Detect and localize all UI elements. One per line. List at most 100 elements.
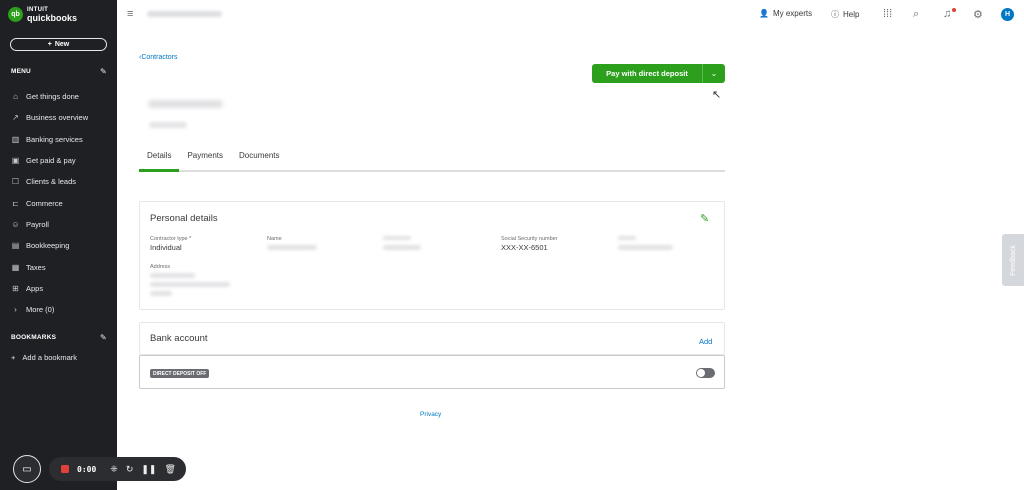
- help-icon: ⓘ: [831, 10, 839, 19]
- feedback-label: Feedback: [1009, 244, 1017, 276]
- collapse-menu-icon[interactable]: ≡: [127, 8, 133, 20]
- home-icon: ⌂: [13, 92, 18, 102]
- sidebar-item-payroll[interactable]: ☺ Payroll: [0, 214, 117, 235]
- sidebar-item-label: Commerce: [26, 198, 63, 208]
- sidebar-item-taxes[interactable]: ▦ Taxes: [0, 256, 117, 277]
- new-button-label: New: [54, 41, 70, 48]
- trash-icon[interactable]: 🗑: [164, 464, 175, 475]
- add-bookmark-label: Add a bookmark: [22, 353, 78, 362]
- status-badge: DIRECT DEPOSIT OFF: [150, 369, 210, 378]
- tab-documents[interactable]: Documents: [231, 148, 287, 170]
- tab-details[interactable]: Details: [139, 148, 180, 172]
- my-experts-label: My experts: [772, 9, 813, 18]
- direct-deposit-toggle[interactable]: [696, 368, 715, 378]
- sidebar-item-business-overview[interactable]: ↗ Business overview: [0, 107, 117, 128]
- top-bar: ≡ 👤 My experts ⓘ Help ⁞⁞⁞ ⌕ ♫ ⚙ H: [117, 0, 1024, 30]
- sidebar-item-bookkeeping[interactable]: ▤ Bookkeeping: [0, 235, 117, 256]
- search-icon[interactable]: ⌕: [913, 8, 919, 21]
- quickbooks-logo-icon: qb: [8, 6, 23, 22]
- tax-icon: ▦: [11, 262, 20, 272]
- ledger-icon: ▤: [11, 241, 20, 251]
- grid-icon[interactable]: ⁜: [110, 464, 118, 475]
- app-grid-icon[interactable]: ⁞⁞⁞: [883, 8, 892, 20]
- add-bank-account-link[interactable]: Add: [699, 337, 712, 346]
- email-label-redacted: [618, 236, 636, 240]
- cart-icon: ⊏: [12, 198, 19, 208]
- my-experts-button[interactable]: 👤 My experts: [759, 9, 812, 18]
- sidebar-item-commerce[interactable]: ⊏ Commerce: [0, 192, 117, 213]
- sidebar-item-apps[interactable]: ⊞ Apps: [0, 278, 117, 299]
- sidebar-item-get-paid-pay[interactable]: ▣ Get paid & pay: [0, 150, 117, 171]
- payment-icon: ▣: [11, 156, 20, 166]
- stop-recording-button[interactable]: [61, 465, 69, 473]
- pay-button-label: Pay with direct deposit: [606, 69, 688, 78]
- feedback-tab[interactable]: Feedback: [1002, 234, 1024, 286]
- bank-account-card: Bank account Add: [139, 322, 725, 355]
- address-line3-redacted: [150, 291, 172, 296]
- pencil-icon[interactable]: ✎: [700, 212, 709, 225]
- sidebar-item-banking-services[interactable]: ▥ Banking services: [0, 129, 117, 150]
- menu-heading: MENU: [11, 68, 31, 75]
- toggle-knob: [697, 369, 705, 377]
- address-line1-redacted: [150, 273, 195, 278]
- gear-icon[interactable]: ⚙: [973, 8, 983, 21]
- bookmarks-heading: BOOKMARKS: [11, 334, 57, 341]
- tab-payments[interactable]: Payments: [179, 148, 231, 170]
- name-value-redacted: [267, 245, 317, 250]
- avatar[interactable]: H: [1001, 8, 1014, 21]
- sidebar-item-get-things-done[interactable]: ⌂ Get things done: [0, 86, 117, 107]
- chevron-down-icon[interactable]: ⌄: [702, 64, 725, 83]
- camera-icon[interactable]: ▭: [13, 455, 41, 483]
- sidebar-menu: ⌂ Get things done ↗ Business overview ▥ …: [0, 86, 117, 320]
- pause-icon[interactable]: ❚❚: [141, 464, 156, 475]
- chart-icon: ↗: [12, 113, 19, 123]
- company-name-redacted: [147, 11, 222, 17]
- edit-bookmarks-icon[interactable]: ✎: [100, 333, 107, 342]
- field-label-redacted: [383, 236, 411, 240]
- sidebar-item-more[interactable]: › More (0): [0, 299, 117, 320]
- sidebar-item-label: Business overview: [26, 113, 89, 123]
- breadcrumb[interactable]: ‹Contractors: [139, 54, 178, 61]
- breadcrumb-label: Contractors: [141, 54, 178, 61]
- sidebar-item-label: Clients & leads: [26, 177, 77, 187]
- quickbooks-logo[interactable]: qb INTUIT quickbooks: [8, 6, 77, 23]
- sidebar-item-label: Payroll: [26, 219, 49, 229]
- apps-icon: ⊞: [12, 283, 19, 293]
- sidebar-item-label: Apps: [26, 283, 44, 293]
- tab-bar: Details Payments Documents: [139, 148, 725, 172]
- sidebar-item-label: Banking services: [26, 134, 83, 144]
- bell-icon[interactable]: ♫: [943, 8, 951, 20]
- email-value-redacted: [618, 245, 673, 250]
- bank-account-title: Bank account: [150, 333, 208, 344]
- address-line2-redacted: [150, 282, 230, 287]
- ssn-label: Social Security number: [501, 236, 558, 242]
- restart-icon[interactable]: ↻: [126, 464, 134, 475]
- recorder-bar: 0:00 ⁜ ↻ ❚❚ 🗑: [49, 457, 186, 481]
- plus-icon: +: [11, 353, 16, 362]
- personal-details-title: Personal details: [150, 213, 218, 224]
- pay-with-direct-deposit-button[interactable]: Pay with direct deposit ⌄: [592, 64, 725, 83]
- mouse-cursor-icon: ↖: [712, 89, 722, 101]
- help-button[interactable]: ⓘ Help: [831, 9, 859, 20]
- sidebar-item-label: Get paid & pay: [26, 156, 76, 166]
- sidebar-item-label: More (0): [26, 305, 55, 315]
- add-bookmark-link[interactable]: + Add a bookmark: [11, 353, 77, 362]
- expert-icon: 👤: [759, 9, 769, 18]
- field-value-redacted: [383, 245, 421, 250]
- chevron-right-icon: ›: [14, 305, 17, 315]
- personal-details-card: Personal details ✎ Contractor type * Ind…: [139, 201, 725, 310]
- sidebar-item-label: Get things done: [26, 92, 79, 102]
- help-label: Help: [843, 10, 860, 19]
- new-button[interactable]: + New: [10, 38, 107, 51]
- privacy-link[interactable]: Privacy: [420, 411, 441, 418]
- edit-menu-icon[interactable]: ✎: [100, 67, 107, 76]
- ssn-value: XXX-XX-6501: [501, 243, 548, 252]
- contacts-icon: ☐: [11, 177, 20, 187]
- contractor-name-redacted: [148, 100, 223, 108]
- sidebar-item-label: Bookkeeping: [26, 241, 70, 251]
- contractor-subtitle-redacted: [149, 122, 187, 128]
- sidebar-item-label: Taxes: [26, 262, 46, 272]
- name-label: Name: [267, 236, 282, 242]
- sidebar-item-clients-leads[interactable]: ☐ Clients & leads: [0, 171, 117, 192]
- bank-icon: ▥: [11, 134, 20, 144]
